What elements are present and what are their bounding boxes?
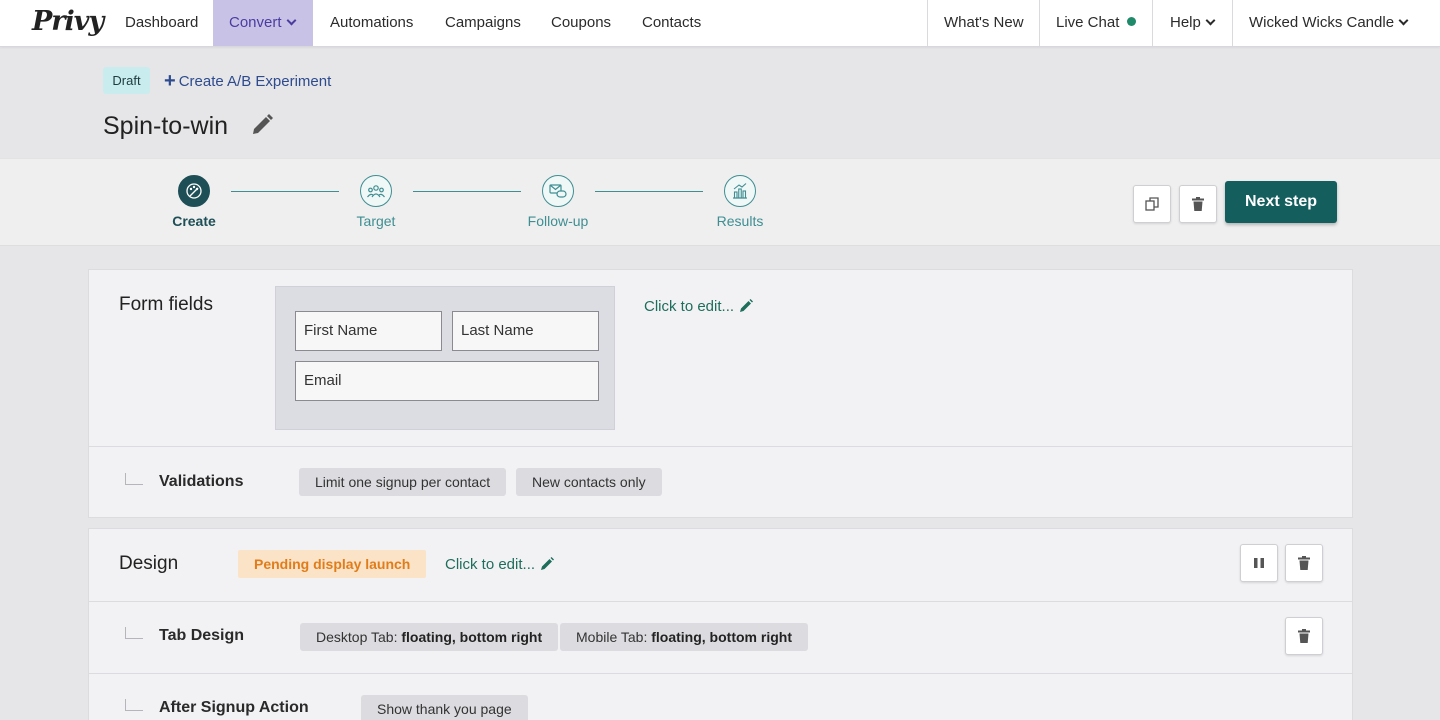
nav-convert-label: Convert xyxy=(229,14,282,31)
online-status-icon xyxy=(1127,17,1137,26)
step-create[interactable]: Create xyxy=(144,175,244,229)
duplicate-button[interactable] xyxy=(1133,185,1171,223)
trash-icon xyxy=(1298,629,1310,643)
edit-label: Click to edit... xyxy=(445,556,536,573)
step-label: Results xyxy=(716,213,764,229)
next-step-button[interactable]: Next step xyxy=(1225,181,1337,223)
nav-whats-new[interactable]: What's New xyxy=(944,0,1024,46)
after-signup-row: After Signup Action Show thank you page xyxy=(89,673,1352,720)
design-card: Design Pending display launch Click to e… xyxy=(88,528,1353,720)
stepper-bar: Create Target Follow-up Results xyxy=(0,158,1440,246)
nav-live-chat[interactable]: Live Chat xyxy=(1056,0,1137,46)
step-follow-up[interactable]: Follow-up xyxy=(508,175,608,229)
mobile-tab-chip[interactable]: Mobile Tab: floating, bottom right xyxy=(560,623,808,651)
account-menu[interactable]: Wicked Wicks Candle xyxy=(1249,0,1409,46)
messages-icon xyxy=(542,175,574,207)
step-label: Follow-up xyxy=(527,213,589,229)
nav-contacts[interactable]: Contacts xyxy=(642,0,701,46)
chip-value: floating, bottom right xyxy=(651,629,792,645)
nav-dashboard[interactable]: Dashboard xyxy=(125,0,198,46)
email-field: Email xyxy=(295,361,599,401)
edit-label: Click to edit... xyxy=(644,298,735,315)
nav-coupons[interactable]: Coupons xyxy=(551,0,611,46)
pencil-icon xyxy=(541,557,555,570)
tab-design-row: Tab Design Desktop Tab: floating, bottom… xyxy=(89,601,1352,673)
delete-design-button[interactable] xyxy=(1285,544,1323,582)
page-title: Spin-to-win xyxy=(103,112,229,140)
form-fields-card: Form fields First Name Last Name Email C… xyxy=(88,269,1353,518)
after-signup-chip[interactable]: Show thank you page xyxy=(361,695,528,720)
palette-icon xyxy=(178,175,210,207)
ab-link-label: Create A/B Experiment xyxy=(178,73,332,90)
tree-branch-icon xyxy=(125,699,143,711)
first-name-field: First Name xyxy=(295,311,442,351)
copy-icon xyxy=(1145,197,1159,211)
help-label: Help xyxy=(1170,14,1201,31)
chevron-down-icon xyxy=(1205,15,1216,26)
step-target[interactable]: Target xyxy=(326,175,426,229)
delete-campaign-button[interactable] xyxy=(1179,185,1217,223)
tree-branch-icon xyxy=(125,473,143,485)
validation-chip[interactable]: Limit one signup per contact xyxy=(299,468,507,496)
step-label: Create xyxy=(172,213,216,229)
delete-tab-design-button[interactable] xyxy=(1285,617,1323,655)
pause-icon xyxy=(1254,558,1264,568)
desktop-tab-chip[interactable]: Desktop Tab: floating, bottom right xyxy=(300,623,559,651)
step-connector xyxy=(413,191,521,192)
trash-icon xyxy=(1298,556,1310,570)
nav-divider xyxy=(1152,0,1153,46)
nav-divider xyxy=(927,0,928,46)
nav-divider xyxy=(1039,0,1040,46)
chip-prefix: Mobile Tab: xyxy=(576,629,648,645)
card-title: Design xyxy=(119,553,179,574)
validations-row: Validations Limit one signup per contact… xyxy=(89,446,1352,518)
nav-campaigns[interactable]: Campaigns xyxy=(445,0,521,46)
chip-prefix: Desktop Tab: xyxy=(316,629,398,645)
tree-branch-icon xyxy=(125,627,143,639)
pause-button[interactable] xyxy=(1240,544,1278,582)
step-label: Target xyxy=(356,213,396,229)
chip-value: floating, bottom right xyxy=(401,629,543,645)
form-preview[interactable]: First Name Last Name Email xyxy=(275,286,615,430)
nav-convert[interactable]: Convert xyxy=(213,0,313,46)
after-signup-label: After Signup Action xyxy=(159,699,309,716)
step-connector xyxy=(595,191,703,192)
status-badge: Pending display launch xyxy=(238,550,427,578)
nav-automations[interactable]: Automations xyxy=(330,0,413,46)
edit-title-pencil-icon[interactable] xyxy=(250,113,274,137)
status-badge: Draft xyxy=(103,67,150,94)
chevron-down-icon xyxy=(286,15,296,26)
tab-design-label: Tab Design xyxy=(159,627,245,644)
card-title: Form fields xyxy=(119,294,213,315)
last-name-field: Last Name xyxy=(452,311,599,351)
top-nav: Privy Dashboard Convert Automations Camp… xyxy=(0,0,1440,47)
nav-help[interactable]: Help xyxy=(1170,0,1216,46)
plus-icon: + xyxy=(164,70,176,92)
audience-icon xyxy=(360,175,392,207)
privy-logo[interactable]: Privy xyxy=(32,6,104,37)
live-chat-label: Live Chat xyxy=(1056,14,1120,31)
validations-label: Validations xyxy=(159,473,244,490)
step-results[interactable]: Results xyxy=(690,175,790,229)
validation-chip[interactable]: New contacts only xyxy=(516,468,662,496)
design-edit-link[interactable]: Click to edit... xyxy=(445,556,555,573)
step-connector xyxy=(231,191,339,192)
create-ab-experiment-link[interactable]: + Create A/B Experiment xyxy=(164,69,331,92)
form-fields-edit-link[interactable]: Click to edit... xyxy=(644,298,754,315)
account-name: Wicked Wicks Candle xyxy=(1249,14,1395,31)
nav-divider xyxy=(1232,0,1233,46)
chevron-down-icon xyxy=(1398,15,1409,26)
pencil-icon xyxy=(740,299,754,312)
trash-icon xyxy=(1192,197,1204,211)
bar-chart-icon xyxy=(724,175,756,207)
